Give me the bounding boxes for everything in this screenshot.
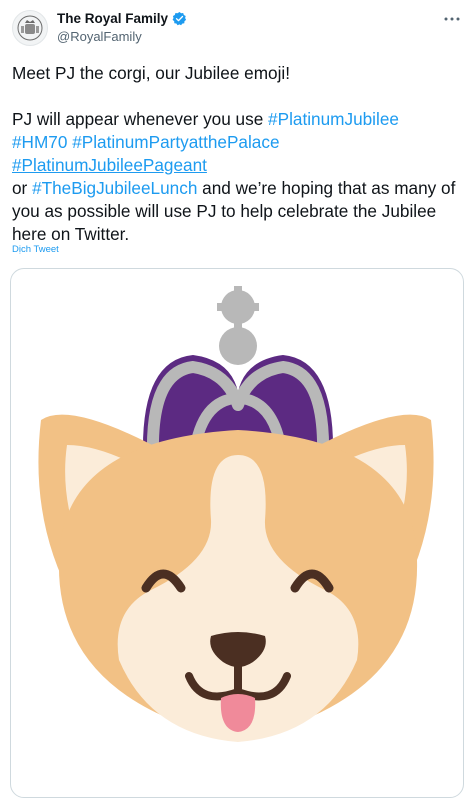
tweet-media[interactable] — [10, 268, 464, 798]
tweet-header: The Royal Family @RoyalFamily — [0, 0, 475, 58]
tweet-paragraph-2: PJ will appear whenever you use #Platinu… — [12, 108, 464, 246]
hashtag-platinum-party-at-the-palace[interactable]: #PlatinumPartyatthePalace — [72, 132, 279, 152]
account-handle[interactable]: @RoyalFamily — [57, 29, 142, 44]
translate-tweet-link[interactable]: Dịch Tweet — [12, 244, 59, 255]
hashtag-the-big-jubilee-lunch[interactable]: #TheBigJubileeLunch — [32, 178, 197, 198]
hashtag-platinum-jubilee-pageant[interactable]: #PlatinumJubileePageant — [12, 155, 207, 175]
tweet-paragraph-1: Meet PJ the corgi, our Jubilee emoji! — [12, 63, 290, 83]
account-display-name[interactable]: The Royal Family — [57, 11, 168, 26]
more-options-icon[interactable] — [441, 8, 463, 30]
pj-corgi-jubilee-emoji-image — [38, 286, 434, 742]
crown-cross-icon — [217, 286, 259, 365]
tweet-text: Meet PJ the corgi, our Jubilee emoji! PJ… — [12, 62, 464, 246]
more-options-dots — [444, 17, 460, 21]
profile-avatar[interactable] — [12, 10, 48, 46]
hashtag-hm70[interactable]: #HM70 — [12, 132, 67, 152]
tweet-text-segment: or — [12, 178, 33, 198]
verified-badge-icon — [172, 11, 187, 26]
tweet-text-segment: PJ will appear whenever you use — [12, 109, 269, 129]
royal-crest-icon — [17, 15, 43, 41]
hashtag-platinum-jubilee[interactable]: #PlatinumJubilee — [268, 109, 399, 129]
